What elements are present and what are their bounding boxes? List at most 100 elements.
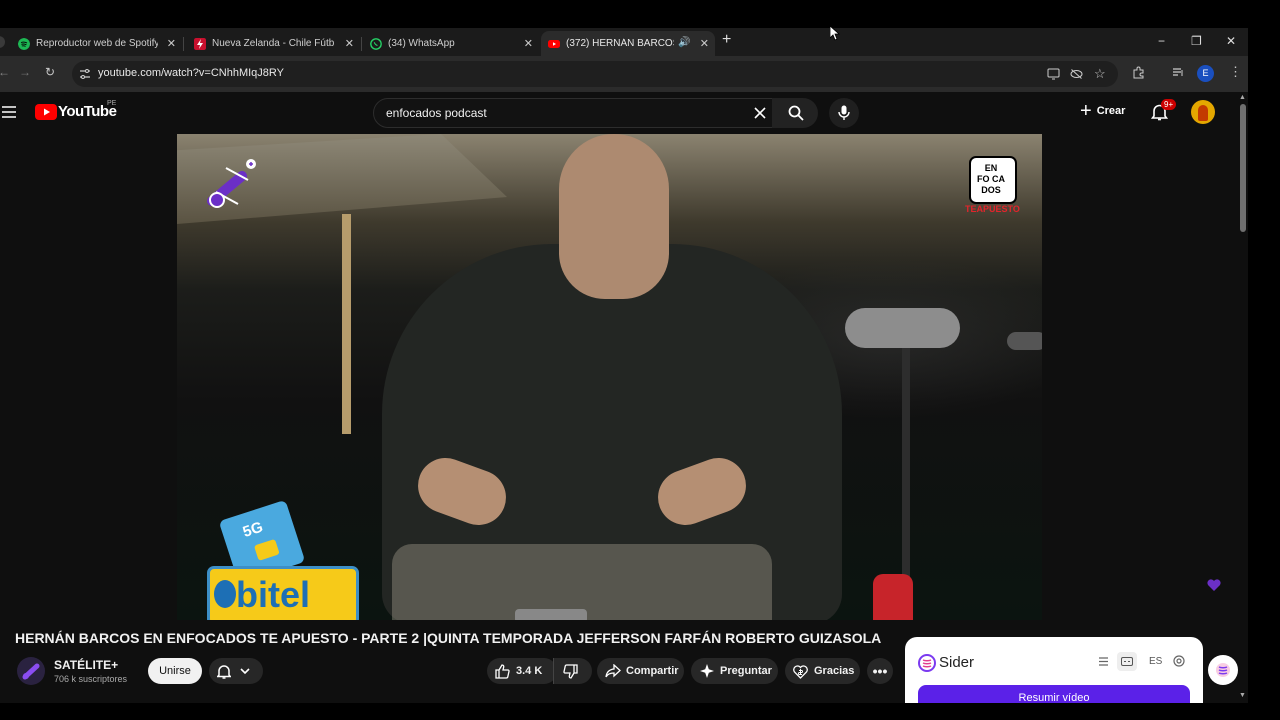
enfocados-logo: EN FO CA DOS TEAPUESTO: [965, 156, 1020, 216]
search-button[interactable]: [772, 98, 818, 128]
profile-avatar[interactable]: E: [1197, 65, 1214, 82]
new-tab-button[interactable]: +: [722, 31, 731, 49]
search-input[interactable]: enfocados podcast: [386, 106, 487, 120]
tab-spotify[interactable]: Reproductor web de Spotify: m ✕: [12, 31, 182, 56]
heart-watermark-icon: [1207, 579, 1221, 591]
close-tab-icon[interactable]: ✕: [345, 37, 354, 50]
close-window-button[interactable]: ✕: [1226, 34, 1236, 48]
like-button[interactable]: 3.4 K: [487, 658, 557, 684]
satellite-avatar-icon: [22, 663, 40, 680]
sim-5g-label: 5G: [240, 518, 266, 541]
video-title: HERNÁN BARCOS EN ENFOCADOS TE APUESTO - …: [15, 630, 882, 646]
dislike-button[interactable]: [553, 658, 592, 684]
chevron-down-icon: [240, 668, 250, 675]
ask-label: Preguntar: [720, 665, 772, 677]
join-button[interactable]: Unirse: [148, 658, 202, 684]
youtube-logo-icon: [35, 104, 57, 120]
url-text: youtube.com/watch?v=CNhhMIqJ8RY: [98, 67, 284, 79]
clear-search-icon[interactable]: [754, 107, 766, 119]
thumbs-down-icon: [563, 663, 578, 679]
channel-avatar[interactable]: [17, 657, 45, 685]
tab-flashscore[interactable]: Nueva Zelanda - Chile Fútbol C ✕: [188, 31, 360, 56]
like-count: 3.4 K: [516, 665, 543, 677]
sider-language[interactable]: ES: [1149, 656, 1162, 667]
extensions-icon[interactable]: [1132, 66, 1145, 79]
mouse-cursor-icon: [830, 26, 840, 41]
tab-separator: [361, 37, 362, 51]
settings-icon[interactable]: [1173, 655, 1185, 667]
close-tab-icon[interactable]: ✕: [700, 37, 709, 50]
tab-label: (34) WhatsApp: [388, 38, 455, 49]
address-bar[interactable]: youtube.com/watch?v=CNhhMIqJ8RY ☆: [72, 61, 1118, 87]
tab-separator: [183, 37, 184, 51]
thanks-label: Gracias: [814, 665, 855, 677]
site-info-icon[interactable]: [79, 68, 91, 80]
search-box[interactable]: enfocados podcast: [373, 98, 773, 128]
close-tab-icon[interactable]: ✕: [167, 37, 176, 50]
notification-badge: 9+: [1161, 99, 1177, 110]
sider-brain-icon: [1216, 663, 1230, 677]
reload-icon[interactable]: ↻: [45, 65, 55, 79]
create-button[interactable]: + Crear: [1080, 100, 1125, 122]
back-icon[interactable]: ←: [0, 65, 10, 79]
video-microphone-2: [1007, 332, 1042, 350]
sim-chip: [253, 538, 280, 561]
notifications-button[interactable]: 9+: [1150, 99, 1177, 126]
share-button[interactable]: Compartir: [597, 658, 684, 684]
share-label: Compartir: [626, 665, 679, 677]
video-bg-pole: [342, 214, 351, 434]
maximize-button[interactable]: ❐: [1191, 34, 1202, 48]
subscriber-count: 706 k suscriptores: [54, 674, 128, 684]
tab-strip: Reproductor web de Spotify: m ✕ Nueva Ze…: [0, 28, 1248, 56]
video-cup: [515, 609, 587, 620]
tab-label: (372) HERNÁN BARCOS EN: [566, 38, 674, 49]
voice-search-button[interactable]: [829, 98, 859, 128]
sparkle-icon: [700, 664, 714, 678]
cast-icon[interactable]: [1047, 68, 1060, 80]
youtube-header: YouTube PE enfocados podcast + Crear 9+: [0, 92, 1248, 134]
youtube-logo[interactable]: YouTube PE: [35, 100, 117, 125]
super-thanks-icon: [793, 664, 808, 679]
video-bottle: [873, 574, 913, 620]
forward-icon[interactable]: →: [19, 65, 31, 79]
hamburger-menu-icon[interactable]: [2, 106, 16, 118]
minimize-button[interactable]: −: [1158, 34, 1165, 48]
thanks-button[interactable]: Gracias: [785, 658, 860, 684]
channel-name[interactable]: SATÉLITE+: [54, 658, 118, 672]
bitel-sponsor-logo: bitel: [207, 566, 359, 620]
ask-button[interactable]: Preguntar: [691, 658, 778, 684]
bitel-b-mark: [214, 580, 236, 608]
close-tab-icon[interactable]: ✕: [524, 37, 533, 50]
screen-right-edge: [1248, 28, 1280, 720]
tab-youtube-active[interactable]: (372) HERNÁN BARCOS EN 🔊 ✕: [541, 31, 715, 56]
bitel-wordmark: bitel: [236, 574, 311, 615]
captions-icon: [1121, 657, 1133, 666]
screen-bottom-strip: [0, 703, 1248, 720]
spotify-icon: [18, 37, 30, 50]
scroll-down-icon[interactable]: ▼: [1239, 692, 1246, 699]
caption-toggle[interactable]: [1117, 652, 1137, 671]
search-icon: [788, 105, 804, 121]
scrollbar-thumb[interactable]: [1240, 104, 1246, 232]
eye-off-icon[interactable]: [1070, 68, 1083, 80]
youtube-icon: [548, 39, 560, 48]
tab-search-icon[interactable]: [0, 36, 5, 48]
media-controls-icon[interactable]: [1172, 66, 1185, 79]
user-avatar[interactable]: [1191, 100, 1215, 124]
tab-whatsapp[interactable]: (34) WhatsApp ✕: [364, 31, 539, 56]
video-player[interactable]: EN FO CA DOS TEAPUESTO 5G bitel: [177, 134, 1042, 620]
browser-menu-icon[interactable]: ⋮: [1229, 64, 1242, 80]
browser-chrome: Reproductor web de Spotify: m ✕ Nueva Ze…: [0, 28, 1248, 92]
sider-fab-button[interactable]: [1208, 655, 1238, 685]
page-scrollbar[interactable]: ▲ ▼: [1238, 92, 1248, 702]
subscription-bell-button[interactable]: [209, 658, 263, 684]
share-icon: [605, 664, 621, 678]
list-icon[interactable]: [1098, 656, 1109, 667]
bookmark-star-icon[interactable]: ☆: [1094, 66, 1106, 82]
plus-icon: +: [1080, 100, 1092, 122]
screen-top-bar: [0, 0, 1280, 28]
more-actions-button[interactable]: •••: [867, 658, 893, 684]
scroll-up-icon[interactable]: ▲: [1239, 94, 1246, 101]
satellite-logo-icon: [207, 159, 256, 208]
tab-audio-icon[interactable]: 🔊: [678, 37, 690, 48]
